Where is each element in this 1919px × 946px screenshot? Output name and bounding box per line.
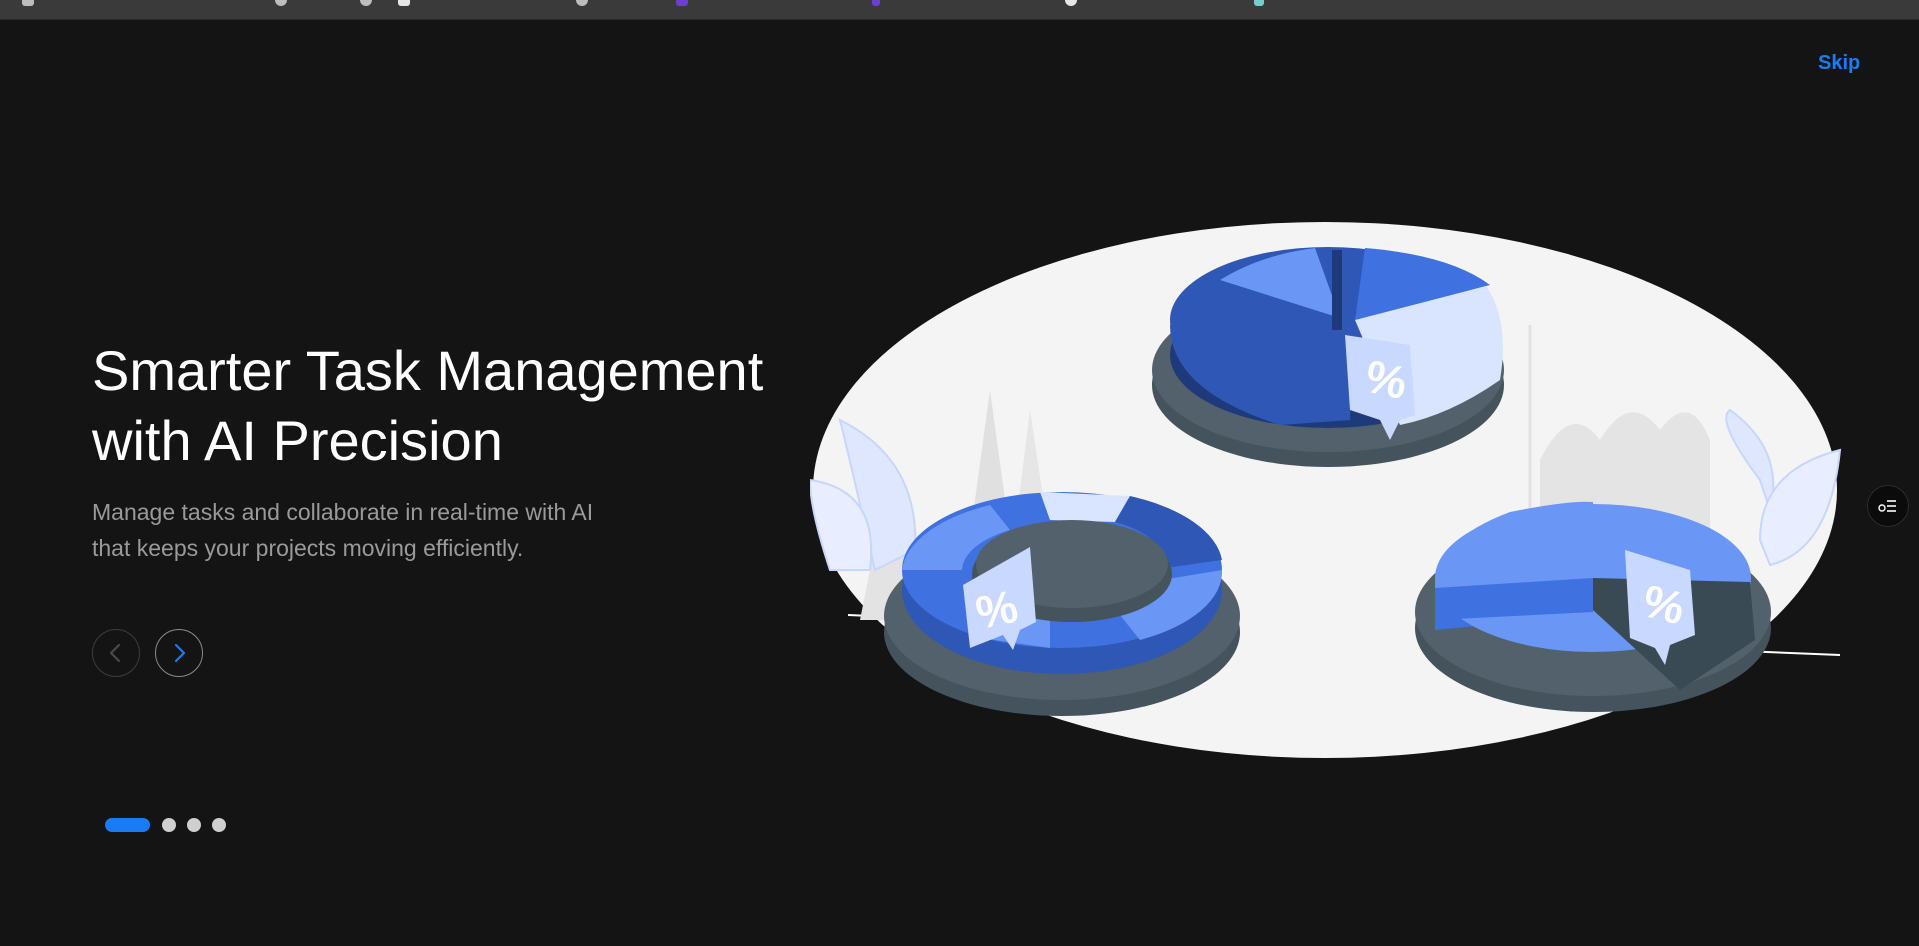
pie-chart-top: [1152, 247, 1504, 467]
hero-title-line-1: Smarter Task Management: [92, 339, 764, 402]
pie-chart-right: [1415, 501, 1771, 712]
toolbar-icon[interactable]: [398, 0, 410, 6]
toolbar-icon[interactable]: [872, 0, 880, 6]
chevron-left-icon: [109, 643, 121, 663]
chevron-right-icon: [174, 643, 186, 663]
side-menu-toggle[interactable]: [1867, 485, 1909, 527]
hero-title: Smarter Task Management with AI Precisio…: [92, 336, 812, 476]
donut-chart-left: [884, 492, 1240, 716]
skip-button[interactable]: Skip: [1818, 52, 1860, 75]
list-settings-icon: [1878, 500, 1896, 512]
toolbar-icon[interactable]: [1065, 0, 1077, 6]
hero-subtitle-line-2: that keeps your projects moving efficien…: [92, 535, 524, 561]
pie-charts-illustration: % % %: [810, 222, 1842, 758]
hero-subtitle-line-1: Manage tasks and collaborate in real-tim…: [92, 499, 594, 525]
hero-subtitle: Manage tasks and collaborate in real-tim…: [92, 494, 692, 566]
toolbar-icon[interactable]: [275, 0, 287, 6]
pagination-dot[interactable]: [162, 818, 176, 832]
toolbar-icon[interactable]: [1254, 0, 1264, 6]
next-slide-button[interactable]: [155, 629, 203, 677]
toolbar-icon[interactable]: [360, 0, 372, 6]
browser-toolbar: [0, 0, 1919, 20]
pagination-dot[interactable]: [212, 818, 226, 832]
toolbar-icon[interactable]: [676, 0, 688, 6]
pagination-dot[interactable]: [187, 818, 201, 832]
previous-slide-button[interactable]: [92, 629, 140, 677]
toolbar-icon[interactable]: [576, 0, 588, 6]
toolbar-icon[interactable]: [22, 0, 34, 6]
pagination-dot-active[interactable]: [105, 818, 150, 832]
hero-title-line-2: with AI Precision: [92, 409, 503, 472]
